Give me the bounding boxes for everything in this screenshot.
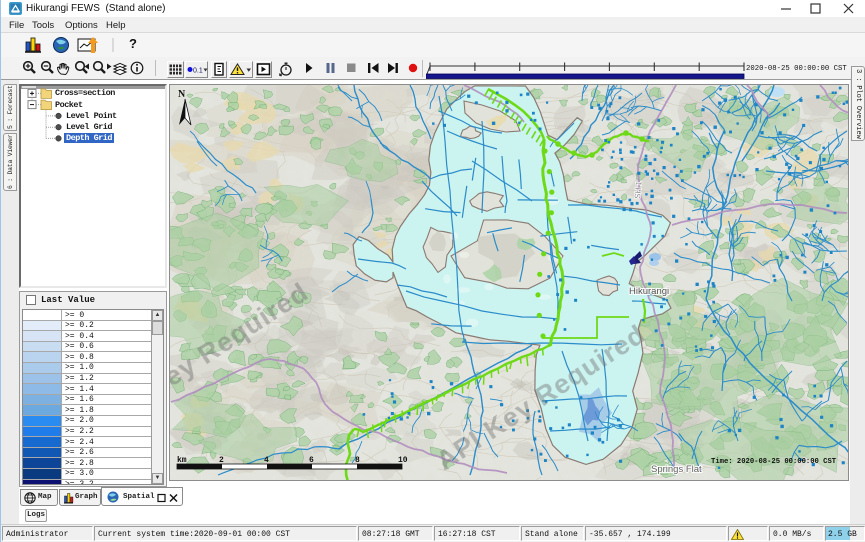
svg-text:0.1: 0.1 (193, 68, 203, 75)
svg-text:SH 1: SH 1 (633, 180, 644, 199)
svg-text:Springs Flat: Springs Flat (651, 464, 702, 475)
svg-text:N: N (178, 89, 186, 100)
svg-text:Hikurangi: Hikurangi (629, 286, 669, 297)
svg-text:Time: 2020-08-25 00:00:00 CST: Time: 2020-08-25 00:00:00 CST (711, 458, 837, 466)
